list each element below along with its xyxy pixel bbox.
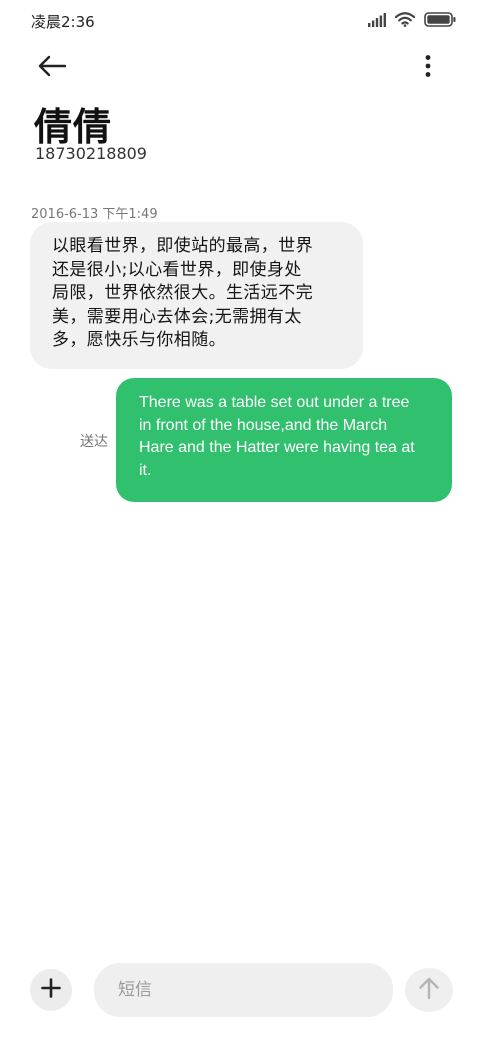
- delivery-status: 送达: [80, 434, 108, 450]
- message-line: There was a table set out under a tree: [139, 394, 410, 411]
- status-icons: [368, 12, 456, 31]
- outgoing-message-bubble[interactable]: There was a table set out under a tree i…: [116, 378, 452, 502]
- message-line: 还是很小;以心看世界，即使身处: [52, 259, 302, 280]
- message-line: 美，需要用心去体会;无需拥有太: [52, 306, 302, 327]
- message-line: it.: [139, 461, 152, 479]
- incoming-message-text: 以眼看世界，即使站的最高，世界 还是很小;以心看世界，即使身处 局限，世界依然很…: [52, 235, 341, 353]
- arrow-up-icon: [418, 976, 440, 1004]
- message-timestamp: 2016-6-13 下午1:49: [31, 207, 158, 222]
- more-options-button[interactable]: [412, 50, 444, 86]
- wifi-icon: [394, 12, 416, 31]
- battery-icon: [424, 12, 456, 31]
- add-attachment-button[interactable]: [30, 969, 72, 1011]
- signal-icon: [368, 12, 386, 31]
- status-bar: 凌晨2:36: [0, 0, 480, 40]
- more-vertical-icon: [424, 54, 432, 82]
- status-time: 凌晨2:36: [31, 13, 95, 31]
- message-line: 以眼看世界，即使站的最高，世界: [52, 236, 313, 256]
- message-line: in front of the house,and the March: [139, 416, 388, 434]
- contact-number: 18730218809: [35, 144, 147, 163]
- message-line: 多，愿快乐与你相随。: [52, 330, 226, 350]
- incoming-message-bubble[interactable]: 以眼看世界，即使站的最高，世界 还是很小;以心看世界，即使身处 局限，世界依然很…: [30, 222, 363, 369]
- message-line: 局限，世界依然很大。生活远不完: [52, 283, 313, 303]
- send-button[interactable]: [405, 968, 453, 1012]
- message-input[interactable]: [94, 963, 393, 1017]
- arrow-left-icon: [37, 55, 67, 81]
- plus-icon: [41, 978, 61, 1002]
- back-button[interactable]: [30, 50, 74, 86]
- outgoing-message-text: There was a table set out under a tree i…: [139, 392, 432, 482]
- message-line: Hare and the Hatter were having tea at: [139, 439, 415, 456]
